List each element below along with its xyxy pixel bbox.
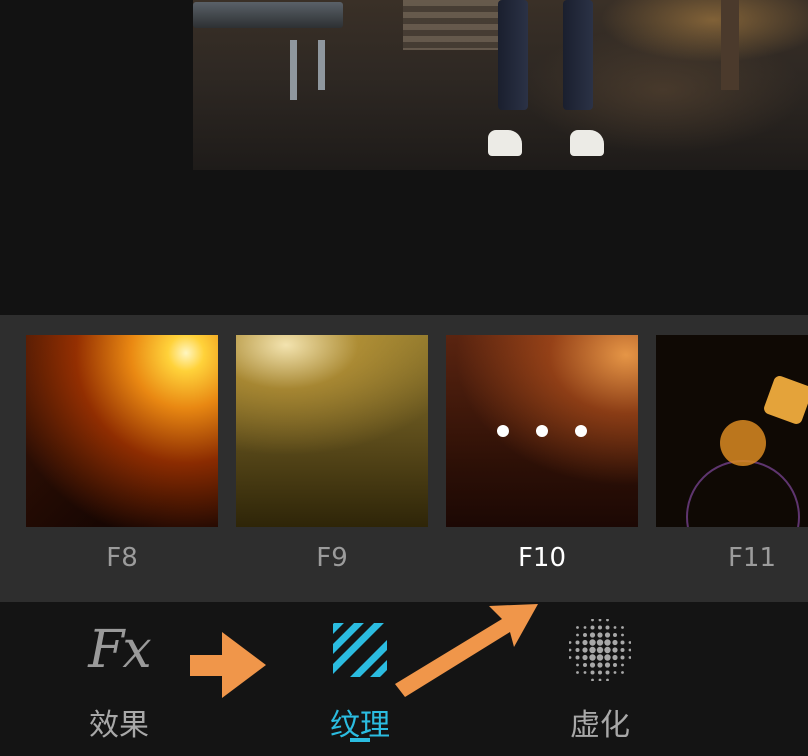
fx-icon: Fx <box>88 620 151 680</box>
photo-preview <box>193 0 808 170</box>
more-options-icon[interactable] <box>446 335 638 527</box>
filter-label: F9 <box>316 543 348 573</box>
filter-label: F10 <box>517 543 567 573</box>
tab-label: 虚化 <box>570 708 630 743</box>
diagonal-stripes-icon <box>285 618 435 682</box>
tab-blur[interactable]: 虚化 <box>525 618 675 744</box>
tab-label: 效果 <box>89 708 149 743</box>
filter-f9[interactable]: F9 <box>236 335 428 573</box>
photo-preview-area <box>0 0 808 315</box>
bottom-tab-bar: Fx 效果 纹理 虚化 <box>0 602 808 756</box>
filter-thumbnail[interactable] <box>446 335 638 527</box>
filter-thumbnail[interactable] <box>236 335 428 527</box>
filter-thumbnail[interactable] <box>26 335 218 527</box>
active-tab-indicator <box>350 738 370 742</box>
tab-texture[interactable]: 纹理 <box>285 618 435 744</box>
dot-grid-icon <box>525 618 675 682</box>
filter-f8[interactable]: F8 <box>26 335 218 573</box>
filter-f10[interactable]: F10 <box>446 335 638 573</box>
filter-thumbnail[interactable] <box>656 335 808 527</box>
filter-f11[interactable]: F11 <box>656 335 808 573</box>
filter-strip[interactable]: F8 F9 F10 F11 <box>0 315 808 602</box>
tab-effects[interactable]: Fx 效果 <box>44 618 194 744</box>
filter-label: F11 <box>727 543 777 573</box>
filter-label: F8 <box>106 543 138 573</box>
